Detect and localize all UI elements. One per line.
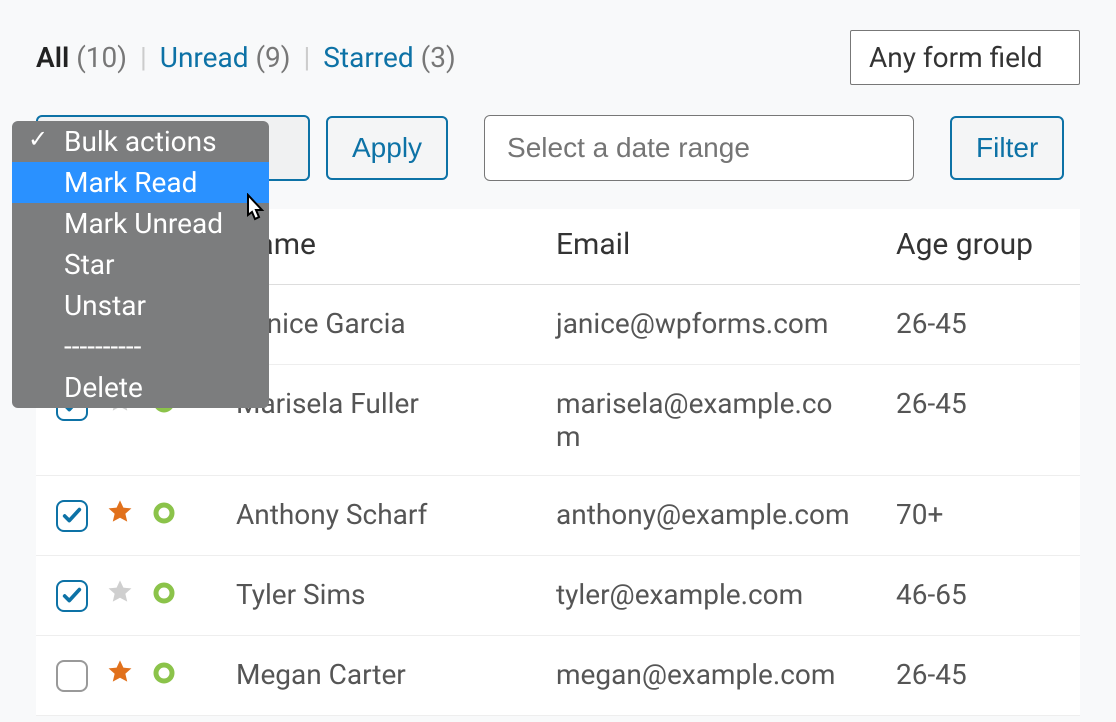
- cell-name[interactable]: Tyler Sims: [216, 556, 536, 636]
- status-filter-unread-label: Unread: [160, 41, 249, 74]
- separator: |: [304, 41, 311, 74]
- bulk-option-mark-read[interactable]: Mark Read: [12, 162, 269, 203]
- row-checkbox[interactable]: [56, 660, 88, 692]
- cell-name[interactable]: Anthony Scharf: [216, 476, 536, 556]
- status-filter-unread[interactable]: Unread (9): [160, 41, 298, 74]
- filter-button[interactable]: Filter: [950, 116, 1064, 180]
- bulk-actions-wrap: Bulk actions Mark Read Mark Unread Star …: [36, 115, 310, 181]
- status-filter-starred[interactable]: Starred (3): [323, 41, 455, 74]
- star-icon[interactable]: [106, 578, 134, 613]
- bulk-option-separator: ----------: [12, 326, 269, 367]
- cell-age-group: 26-45: [876, 285, 1080, 365]
- cell-email[interactable]: janice@wpforms.com: [536, 285, 876, 365]
- cell-age-group: 70+: [876, 476, 1080, 556]
- form-field-select[interactable]: Any form field: [850, 30, 1080, 85]
- unread-indicator-icon[interactable]: [152, 579, 176, 612]
- cell-email[interactable]: anthony@example.com: [536, 476, 876, 556]
- table-row: Megan Cartermegan@example.com26-45: [36, 636, 1080, 716]
- bulk-option-mark-unread[interactable]: Mark Unread: [12, 203, 269, 244]
- apply-button[interactable]: Apply: [326, 116, 448, 180]
- status-filter-all-count: (10): [76, 41, 127, 74]
- date-range-input[interactable]: [484, 115, 914, 181]
- status-filter-starred-count: (3): [421, 41, 456, 74]
- separator: |: [140, 41, 147, 74]
- cell-age-group: 26-45: [876, 365, 1080, 476]
- status-filter-all-label: All: [36, 41, 69, 74]
- unread-indicator-icon[interactable]: [152, 659, 176, 692]
- unread-indicator-icon[interactable]: [152, 499, 176, 532]
- bulk-option-unstar[interactable]: Unstar: [12, 285, 269, 326]
- status-filter-all[interactable]: All (10): [36, 41, 134, 74]
- status-filter-bar: All (10) | Unread (9) | Starred (3): [36, 41, 456, 74]
- row-checkbox[interactable]: [56, 580, 88, 612]
- cell-email[interactable]: megan@example.com: [536, 636, 876, 716]
- status-filter-starred-label: Starred: [323, 41, 413, 74]
- cell-email[interactable]: marisela@example.com: [536, 365, 876, 476]
- column-age-group[interactable]: Age group: [876, 209, 1080, 285]
- table-row: Tyler Simstyler@example.com46-65: [36, 556, 1080, 636]
- cell-name[interactable]: Megan Carter: [216, 636, 536, 716]
- table-row: Anthony Scharfanthony@example.com70+: [36, 476, 1080, 556]
- star-icon[interactable]: [106, 498, 134, 533]
- cell-email[interactable]: tyler@example.com: [536, 556, 876, 636]
- status-filter-unread-count: (9): [255, 41, 290, 74]
- bulk-option-bulk-actions[interactable]: Bulk actions: [12, 121, 269, 162]
- cell-age-group: 26-45: [876, 636, 1080, 716]
- column-email[interactable]: Email: [536, 209, 876, 285]
- star-icon[interactable]: [106, 658, 134, 693]
- bulk-actions-dropdown: Bulk actions Mark Read Mark Unread Star …: [12, 121, 269, 408]
- cell-age-group: 46-65: [876, 556, 1080, 636]
- bulk-option-star[interactable]: Star: [12, 244, 269, 285]
- bulk-option-delete[interactable]: Delete: [12, 367, 269, 408]
- row-checkbox[interactable]: [56, 500, 88, 532]
